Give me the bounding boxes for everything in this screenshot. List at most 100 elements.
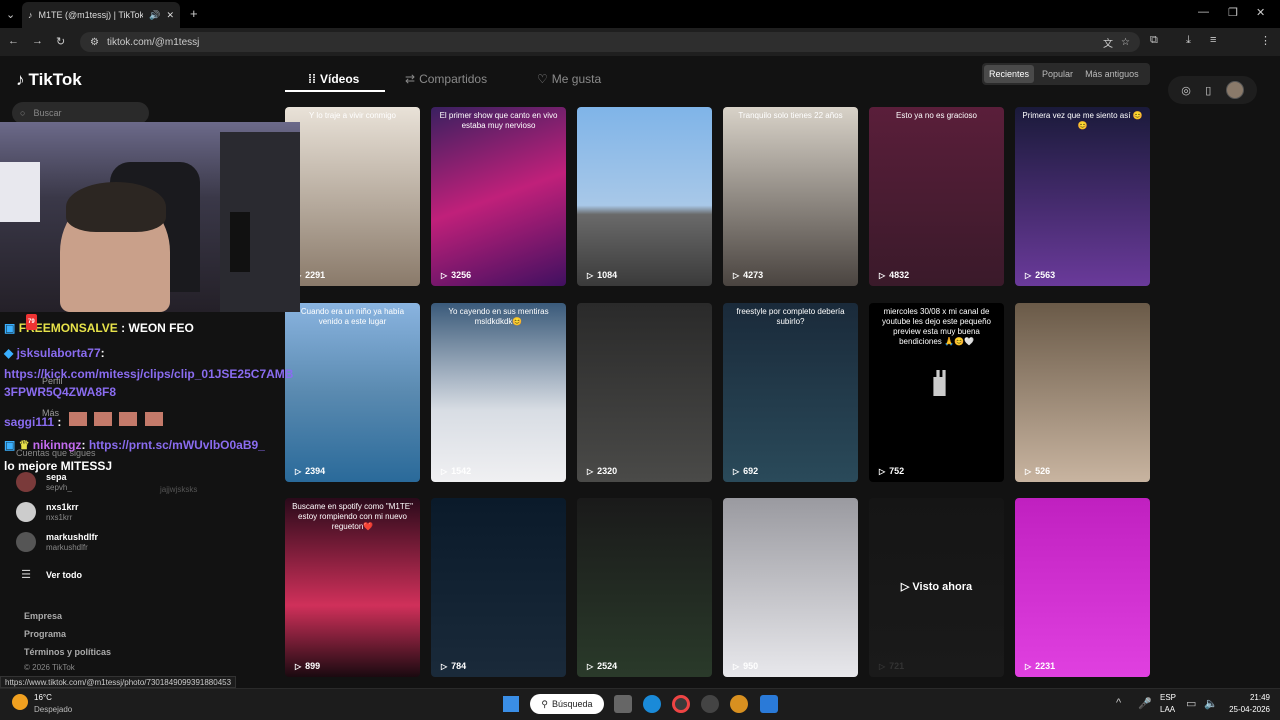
app-icon[interactable] [730,695,748,713]
lang-code[interactable]: ESP [1160,693,1176,702]
browser-tab[interactable]: ♪ M1TE (@m1tessj) | TikTok 🔊 ✕ [22,2,180,28]
audio-icon[interactable]: 🔊 [149,10,160,21]
chat-badge-icon: ▣ [4,321,16,335]
view-count: 2524 [587,661,617,671]
forward-icon[interactable]: → [32,35,43,47]
tab-search-icon[interactable]: ⌄ [6,8,15,21]
restore-icon[interactable]: ❐ [1228,6,1238,19]
view-count: 1084 [587,270,617,280]
back-icon[interactable]: ← [8,35,19,47]
chrome-icon[interactable] [672,695,690,713]
view-count: 721 [879,661,904,671]
video-card[interactable]: 2320 [577,303,712,482]
mic-icon[interactable]: 🎤 [1138,697,1152,710]
video-card[interactable]: El primer show que canto en vivo estaba … [431,107,566,286]
chat-username: nikinngz [32,438,82,452]
download-icon[interactable]: ⤓ [1186,34,1191,47]
video-card[interactable]: 1084 [577,107,712,286]
taskbar-search-label: Búsqueda [552,699,593,709]
video-card[interactable]: 950 [723,498,858,677]
chat-link[interactable]: https://prnt.sc/mWUvlbO0aB9_ [89,438,265,452]
grid-icon: ⁞⁞ [308,72,316,86]
edge-icon[interactable] [643,695,661,713]
following-account[interactable]: nxs1krr nxs1krr [16,502,79,522]
video-card[interactable]: Tranquilo solo tienes 22 años 4273 [723,107,858,286]
video-card[interactable]: 2524 [577,498,712,677]
media-icon[interactable]: ≡ [1210,34,1216,46]
video-card[interactable]: 526 [1015,303,1150,482]
weather-desc: Despejado [34,705,73,714]
user-avatar[interactable] [1225,81,1244,99]
video-card[interactable]: Buscame en spotify como "M1TE" estoy rom… [285,498,420,677]
lang-layout[interactable]: LAA [1160,705,1175,714]
footer-empresa[interactable]: Empresa [24,611,62,621]
paint-icon[interactable] [760,695,778,713]
chat-badge-icon: ◆ [4,346,14,360]
sort-recent[interactable]: Recientes [984,65,1035,83]
repost-icon: ⇄ [405,72,416,86]
bookmark-star-icon[interactable]: ☆ [1121,37,1130,48]
video-caption: Cuando era un niño ya había venido a est… [300,307,405,326]
site-info-icon[interactable]: ⚙ [90,37,99,48]
video-card[interactable]: Cuando era un niño ya había venido a est… [285,303,420,482]
video-card[interactable]: Primera vez que me siento así 😊😊 2563 [1015,107,1150,286]
reload-icon[interactable]: ↻ [56,35,65,48]
obs-icon[interactable] [701,695,719,713]
account-name: markushdlfr [46,532,99,542]
chat-badge-icon: ▣ [4,438,16,452]
chat-line: ▣ ♛ nikinngz: https://prnt.sc/mWUvlbO0aB… [4,438,265,452]
video-card[interactable]: freestyle por completo debería subirlo? 6… [723,303,858,482]
video-card[interactable]: Y lo traje a vivir conmigo2291 [285,107,420,286]
see-all-label: Ver todo [46,569,83,580]
tray-chevron-icon[interactable]: ^ [1116,697,1121,709]
chat-line: ▣ 79 FREEMONSALVE : WEON FEO [4,314,194,336]
browser-menu-icon[interactable]: ⋮ [1260,34,1271,47]
new-tab-icon[interactable]: + [190,6,198,21]
video-card[interactable]: ▷ Visto ahora 721 [869,498,1004,677]
tab-close-icon[interactable]: ✕ [166,10,174,21]
view-count: 1542 [441,466,471,476]
copyright: © 2026 TikTok [24,663,75,672]
tab-videos[interactable]: ⁞⁞ Vídeos [308,66,359,92]
address-bar[interactable]: ⚙ tiktok.com/@m1tessj 文 ☆ [80,32,1140,52]
video-card[interactable]: 784 [431,498,566,677]
tab-likes[interactable]: ♡ Me gusta [537,66,601,92]
phone-icon[interactable]: ▯ [1205,84,1211,97]
tab-shared[interactable]: ⇄ Compartidos [405,66,487,92]
sort-popular[interactable]: Popular [1038,65,1077,83]
footer-terms[interactable]: Términos y políticas [24,647,111,657]
taskbar-search[interactable]: ⚲ Búsqueda [530,694,604,714]
video-caption: Esto ya no es gracioso [896,111,977,120]
video-caption: freestyle por completo debería subirlo? [736,307,845,326]
sort-oldest[interactable]: Más antiguos [1081,65,1143,83]
translate-icon[interactable]: 文 [1103,35,1113,50]
weather-icon[interactable] [12,694,28,710]
video-card[interactable]: 2231 [1015,498,1150,677]
ghost-chat-text: jajjwjsksks [160,485,198,494]
network-icon[interactable]: ▭ [1186,697,1196,710]
weather-temp: 16°C [34,693,52,702]
compass-icon[interactable]: ◎ [1181,84,1191,97]
search-icon: ○ [20,108,26,118]
video-card[interactable]: Esto ya no es gracioso 4832 [869,107,1004,286]
tiktok-logo[interactable]: ♪ TikTok [16,70,82,90]
minimize-icon[interactable]: — [1198,6,1209,18]
view-count: 4832 [879,270,909,280]
tab-shared-label: Compartidos [419,72,488,86]
video-card[interactable]: Yo cayendo en sus mentiras msldkdkdk😊 154… [431,303,566,482]
video-card[interactable]: miercoles 30/08 x mi canal de youtube le… [869,303,1004,482]
see-all-button[interactable]: ☰ Ver todo [16,568,82,581]
extensions-icon[interactable]: ⧉ [1150,34,1158,47]
search-input[interactable]: ○ Buscar [12,102,149,124]
clock-date[interactable]: 25-04-2026 [1222,705,1270,714]
clock-time[interactable]: 21:49 [1236,693,1270,702]
emote-icon [144,412,163,426]
chat-link[interactable]: https://kick.com/mitessj/clips/clip_01JS… [4,365,300,401]
following-account[interactable]: markushdlfr markushdlfr [16,532,98,552]
start-icon[interactable] [503,696,519,712]
window-close-icon[interactable]: ✕ [1256,6,1265,19]
volume-icon[interactable]: 🔈 [1204,697,1218,710]
footer-programa[interactable]: Programa [24,629,66,639]
webcam-overlay [0,122,300,312]
task-view-icon[interactable] [614,695,632,713]
